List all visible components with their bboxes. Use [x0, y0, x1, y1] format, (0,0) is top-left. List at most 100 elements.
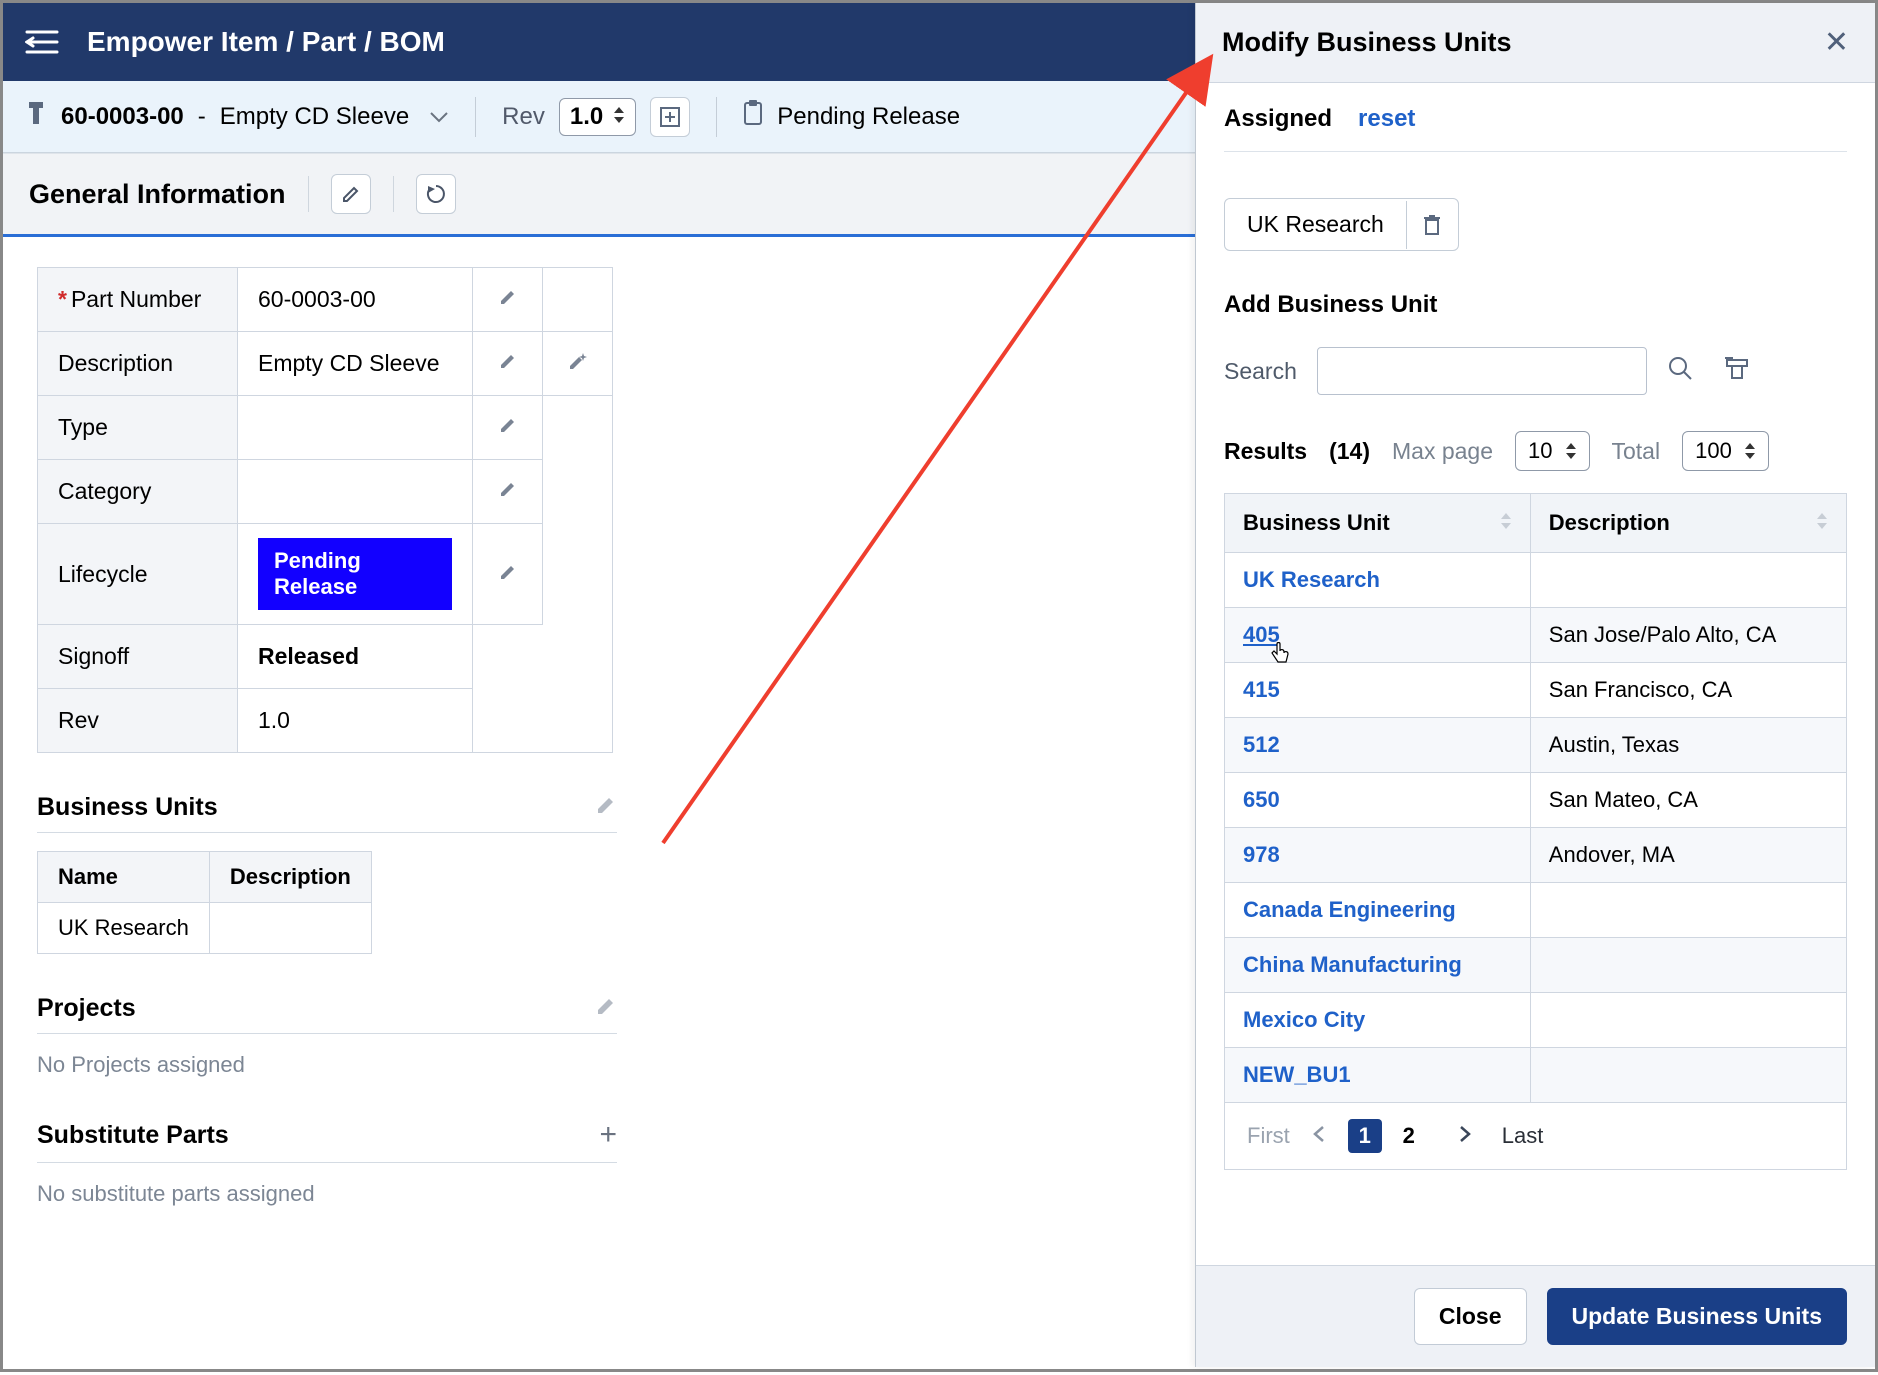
edit-cell[interactable] [473, 332, 543, 396]
table-row[interactable]: 650 San Mateo, CA [1225, 773, 1847, 828]
gi-row: *Part Number60-0003-00 [38, 268, 613, 332]
edit-cell[interactable] [473, 524, 543, 625]
pager-page[interactable]: 1 [1348, 1119, 1382, 1153]
table-row[interactable]: Canada Engineering [1225, 883, 1847, 938]
menu-icon[interactable] [25, 29, 59, 55]
col-description[interactable]: Description [1530, 494, 1846, 553]
bu-link-cell[interactable]: 405 [1225, 608, 1531, 663]
bu-link[interactable]: Mexico City [1243, 1007, 1365, 1032]
col-desc: Description [209, 852, 371, 903]
table-row[interactable]: 415 San Francisco, CA [1225, 663, 1847, 718]
gi-value [238, 460, 473, 524]
clear-filter-icon[interactable] [1723, 356, 1751, 386]
table-row[interactable]: Mexico City [1225, 993, 1847, 1048]
table-row[interactable]: NEW_BU1 [1225, 1048, 1847, 1103]
bu-desc-cell [1530, 883, 1846, 938]
pager-first[interactable]: First [1247, 1123, 1290, 1149]
gi-row: LifecyclePending Release [38, 524, 613, 625]
edit-projects-button[interactable] [595, 995, 617, 1022]
col-label: Business Unit [1243, 510, 1390, 535]
chevron-down-icon[interactable] [429, 103, 449, 131]
edit-cell[interactable] [473, 460, 543, 524]
pager-page[interactable]: 2 [1392, 1119, 1426, 1153]
bu-desc-cell: San Mateo, CA [1530, 773, 1846, 828]
remove-chip-button[interactable] [1406, 201, 1458, 249]
close-button[interactable]: Close [1414, 1288, 1527, 1345]
bu-link[interactable]: 978 [1243, 842, 1280, 867]
bu-link-cell[interactable]: China Manufacturing [1225, 938, 1531, 993]
bu-link-cell[interactable]: NEW_BU1 [1225, 1048, 1531, 1103]
gi-value: 60-0003-00 [238, 268, 473, 332]
table-row[interactable]: 405San Jose/Palo Alto, CA [1225, 608, 1847, 663]
gi-row: Category [38, 460, 613, 524]
pager: First 12 Last [1224, 1103, 1847, 1170]
edit-cell[interactable] [473, 268, 543, 332]
table-row[interactable]: 512Austin, Texas [1225, 718, 1847, 773]
modify-business-units-panel: Modify Business Units ✕ Assigned reset U… [1195, 3, 1875, 1367]
bu-desc-cell: San Francisco, CA [1530, 663, 1846, 718]
rev-select[interactable]: 1.0 [559, 98, 636, 136]
add-bu-header: Add Business Unit [1224, 291, 1847, 319]
total-select[interactable]: 100 [1682, 431, 1769, 471]
refresh-button[interactable] [416, 174, 456, 214]
bu-link[interactable]: 650 [1243, 787, 1280, 812]
bu-link-cell[interactable]: 512 [1225, 718, 1531, 773]
max-page-select[interactable]: 10 [1515, 431, 1589, 471]
bu-desc-cell [1530, 993, 1846, 1048]
gi-row: Type [38, 396, 613, 460]
update-button[interactable]: Update Business Units [1547, 1288, 1848, 1345]
bu-desc-cell: Andover, MA [1530, 828, 1846, 883]
bu-link[interactable]: NEW_BU1 [1243, 1062, 1351, 1087]
gi-value: Pending Release [238, 524, 473, 625]
edit-section-button[interactable] [331, 174, 371, 214]
bu-link-cell[interactable]: Mexico City [1225, 993, 1531, 1048]
business-units-header: Business Units [37, 787, 617, 833]
col-business-unit[interactable]: Business Unit [1225, 494, 1531, 553]
total-value: 100 [1695, 438, 1732, 464]
bu-link-cell[interactable]: 978 [1225, 828, 1531, 883]
pager-prev-icon[interactable] [1312, 1123, 1326, 1149]
close-icon[interactable]: ✕ [1824, 25, 1849, 60]
results-count: (14) [1329, 438, 1370, 465]
total-label: Total [1612, 438, 1661, 465]
results-table: Business Unit Description UK Research 405… [1224, 493, 1847, 1103]
bu-link[interactable]: 415 [1243, 677, 1280, 702]
table-row[interactable]: 978 Andover, MA [1225, 828, 1847, 883]
search-input[interactable] [1317, 347, 1647, 395]
bu-desc-cell [1530, 553, 1846, 608]
panel-title: Modify Business Units [1222, 27, 1512, 58]
magic-edit-cell[interactable] [543, 332, 613, 396]
select-caret-icon [613, 103, 625, 131]
general-info-table: *Part Number60-0003-00DescriptionEmpty C… [37, 267, 613, 753]
search-icon[interactable] [1667, 355, 1693, 387]
pager-last[interactable]: Last [1502, 1123, 1544, 1149]
bu-link[interactable]: Canada Engineering [1243, 897, 1456, 922]
gi-label: Type [38, 396, 238, 460]
add-substitute-button[interactable]: + [599, 1118, 617, 1152]
bu-link[interactable]: 512 [1243, 732, 1280, 757]
col-name: Name [38, 852, 210, 903]
breadcrumb: Empower Item / Part / BOM [87, 26, 445, 58]
status-text: Pending Release [777, 103, 960, 131]
bu-link-cell[interactable]: UK Research [1225, 553, 1531, 608]
table-row[interactable]: UK Research [1225, 553, 1847, 608]
projects-empty: No Projects assigned [37, 1052, 1161, 1078]
bu-link-cell[interactable]: Canada Engineering [1225, 883, 1531, 938]
reset-link[interactable]: reset [1358, 105, 1415, 133]
edit-business-units-button[interactable] [595, 794, 617, 821]
gi-row: DescriptionEmpty CD Sleeve [38, 332, 613, 396]
chip-label: UK Research [1225, 199, 1406, 250]
bu-name: UK Research [38, 903, 210, 954]
bu-link[interactable]: China Manufacturing [1243, 952, 1462, 977]
part-desc: Empty CD Sleeve [220, 103, 409, 131]
pager-next-icon[interactable] [1458, 1123, 1472, 1149]
table-row[interactable]: China Manufacturing [1225, 938, 1847, 993]
gi-label: Lifecycle [38, 524, 238, 625]
rev-value: 1.0 [570, 103, 603, 131]
bu-link[interactable]: UK Research [1243, 567, 1380, 592]
bu-desc-cell [1530, 1048, 1846, 1103]
add-rev-button[interactable] [650, 97, 690, 137]
bu-link-cell[interactable]: 650 [1225, 773, 1531, 828]
edit-cell[interactable] [473, 396, 543, 460]
gi-value: 1.0 [238, 689, 473, 753]
